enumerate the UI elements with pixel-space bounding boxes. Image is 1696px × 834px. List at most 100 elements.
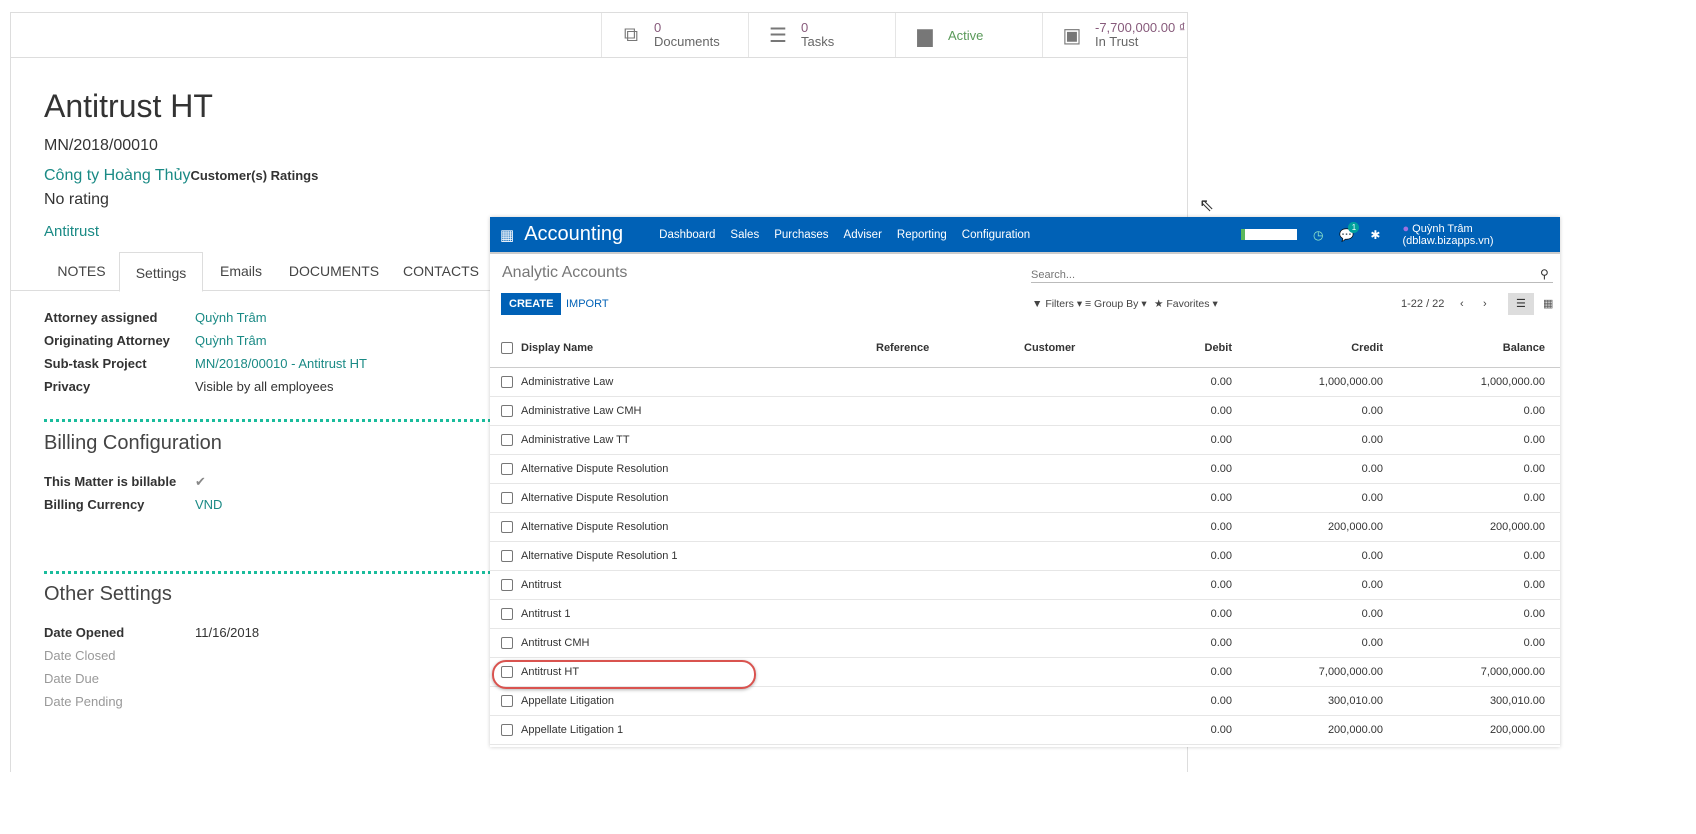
cell-debit: 0.00 [1210,637,1232,649]
archive-icon: ▆ [917,24,933,47]
cell-credit: 0.00 [1361,405,1383,417]
billing-currency-value[interactable]: VND [195,497,222,512]
tasks-icon: ☰ [769,24,787,47]
cell-name: Alternative Dispute Resolution [521,463,669,475]
menu-dashboard[interactable]: Dashboard [659,229,715,241]
cell-balance: 0.00 [1523,550,1545,562]
table-row[interactable]: Alternative Dispute Resolution 0.00 0.00… [490,455,1560,484]
pager-value: 1-22 / 22 [1401,298,1445,310]
cell-credit: 0.00 [1361,492,1383,504]
field-label: This Matter is billable [44,474,177,489]
row-checkbox[interactable] [501,637,513,649]
table-row[interactable]: Alternative Dispute Resolution 0.00 200,… [490,513,1560,542]
user-menu[interactable]: ● Quỳnh Trâm (dblaw.bizapps.vn) [1402,223,1560,247]
page-title: Analytic Accounts [502,264,628,281]
table-row[interactable]: Antitrust CMH 0.00 0.00 0.00 [490,629,1560,658]
cell-balance: 0.00 [1523,434,1545,446]
table-row[interactable]: Alternative Dispute Resolution 0.00 0.00… [490,484,1560,513]
favorites-dropdown[interactable]: ★ Favorites ▾ [1146,293,1226,315]
cell-debit: 0.00 [1210,608,1232,620]
table-row[interactable]: Antitrust 0.00 0.00 0.00 [490,571,1560,600]
other-settings-title: Other Settings [44,583,172,605]
menu-purchases[interactable]: Purchases [774,229,828,241]
list-view-button[interactable]: ☰ [1508,293,1534,315]
cell-name: Antitrust CMH [521,637,590,649]
tab-settings[interactable]: Settings [119,252,203,292]
menu-adviser[interactable]: Adviser [844,229,882,241]
table-row[interactable]: Appellate Litigation 1 0.00 200,000.00 2… [490,716,1560,745]
field-label: Date Closed [44,648,116,663]
pager-prev-button[interactable]: ‹ [1452,293,1472,315]
stat-buttons: ⧉ 0 Documents ☰ 0 Tasks ▆ Active ▣ -7,700,000.… [11,13,1187,58]
row-checkbox[interactable] [501,695,513,707]
cell-balance: 200,000.00 [1489,521,1545,533]
column-debit[interactable]: Debit [1205,332,1233,365]
debug-bug-icon[interactable]: ✱ [1370,228,1380,242]
cell-credit: 7,000,000.00 [1318,666,1383,678]
field-label: Privacy [44,379,91,394]
date-opened-value: 11/16/2018 [195,625,260,640]
search-input[interactable] [1031,267,1553,283]
matter-tag[interactable]: Antitrust [44,223,99,240]
search-icon[interactable]: ⚲ [1540,267,1549,281]
table-row[interactable]: Appellate Litigation 0.00 300,010.00 300… [490,687,1560,716]
table-row[interactable]: Alternative Dispute Resolution 1 0.00 0.… [490,542,1560,571]
menu-reporting[interactable]: Reporting [897,229,947,241]
tab-documents[interactable]: DOCUMENTS [279,251,389,291]
apps-grid-icon[interactable]: ▦ [500,226,514,244]
create-button[interactable]: CREATE [501,293,562,315]
kanban-view-button[interactable]: ▦ [1535,293,1561,315]
menu-sales[interactable]: Sales [730,229,759,241]
documents-button[interactable]: ⧉ 0 Documents [601,13,748,57]
billing-section-title: Billing Configuration [44,432,222,454]
select-all-checkbox[interactable] [501,342,513,354]
column-reference[interactable]: Reference [876,332,929,365]
in-trust-button[interactable]: ▣ -7,700,000.00 ₫ In Trust [1042,13,1189,57]
cell-balance: 0.00 [1523,405,1545,417]
column-balance[interactable]: Balance [1503,332,1545,365]
tasks-button[interactable]: ☰ 0 Tasks [748,13,895,57]
cell-credit: 200,000.00 [1327,521,1383,533]
tab-contacts[interactable]: CONTACTS [391,251,491,291]
customer-link[interactable]: Công ty Hoàng Thủy [44,167,190,184]
pager-next-button[interactable]: › [1475,293,1495,315]
row-checkbox[interactable] [501,550,513,562]
originating-attorney-value[interactable]: Quỳnh Trâm [195,333,267,348]
row-checkbox[interactable] [501,521,513,533]
row-checkbox[interactable] [501,463,513,475]
group-by-dropdown[interactable]: ≡ Group By ▾ [1077,293,1155,315]
tab-emails[interactable]: Emails [203,251,279,291]
row-checkbox[interactable] [501,376,513,388]
cell-credit: 0.00 [1361,637,1383,649]
field-label: Originating Attorney [44,333,170,348]
cell-balance: 300,010.00 [1489,695,1545,707]
tab-notes[interactable]: NOTES [44,251,119,291]
privacy-value: Visible by all employees [195,379,334,394]
chat-icon[interactable]: 💬 1 [1339,221,1360,242]
active-toggle-button[interactable]: ▆ Active [895,13,1042,57]
subtask-project-value[interactable]: MN/2018/00010 - Antitrust HT [195,356,367,371]
table-row[interactable]: Administrative Law TT 0.00 0.00 0.00 [490,426,1560,455]
row-checkbox[interactable] [501,579,513,591]
avatar: ● [1402,222,1410,235]
table-row[interactable]: Administrative Law CMH 0.00 0.00 0.00 [490,397,1560,426]
table-row[interactable]: Administrative Law 0.00 1,000,000.00 1,0… [490,368,1560,397]
row-checkbox[interactable] [501,724,513,736]
column-display-name[interactable]: Display Name [521,332,593,365]
app-title[interactable]: Accounting [524,223,623,246]
attorney-assigned-value[interactable]: Quỳnh Trâm [195,310,267,325]
cell-balance: 0.00 [1523,492,1545,504]
billable-checkbox[interactable]: ✔ [195,474,206,490]
row-checkbox[interactable] [501,608,513,620]
table-row[interactable]: Antitrust 1 0.00 0.00 0.00 [490,600,1560,629]
column-credit[interactable]: Credit [1351,332,1383,365]
import-button[interactable]: IMPORT [558,293,617,315]
cell-name: Antitrust [521,579,562,591]
row-checkbox[interactable] [501,405,513,417]
clock-icon[interactable]: ◷ [1313,228,1323,242]
row-checkbox[interactable] [501,434,513,446]
field-label: Date Pending [44,694,123,709]
column-customer[interactable]: Customer [1024,332,1075,365]
menu-configuration[interactable]: Configuration [962,229,1030,241]
row-checkbox[interactable] [501,492,513,504]
